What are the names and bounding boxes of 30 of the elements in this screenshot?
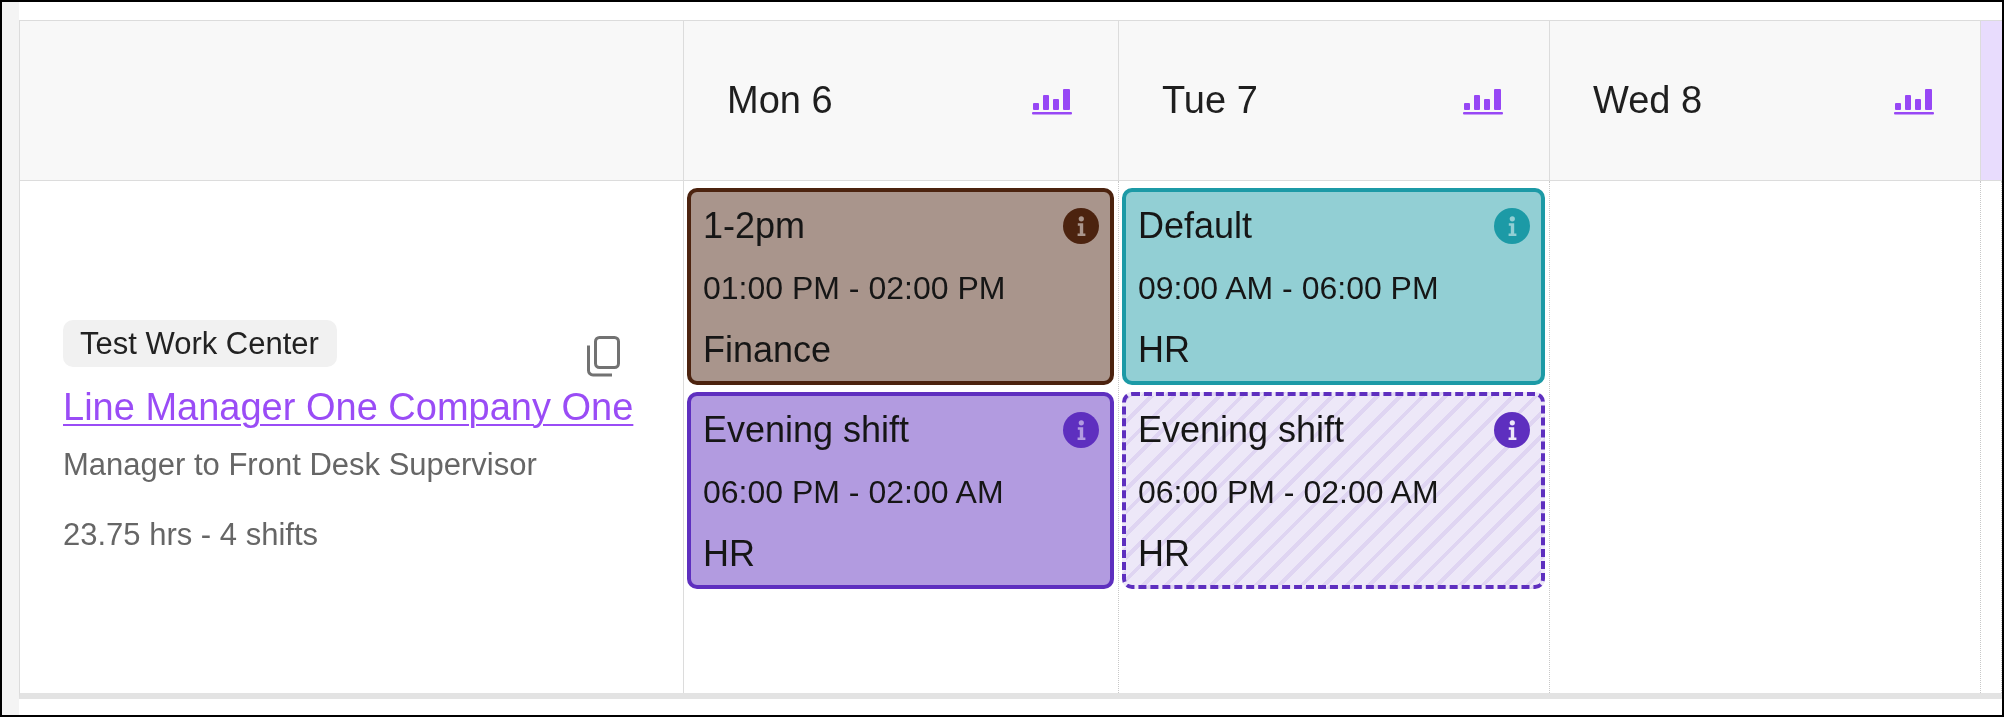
shift-title: Evening shift (1138, 408, 1345, 452)
shift-department: Finance (703, 328, 832, 372)
shift-title: Default (1138, 204, 1253, 248)
info-icon[interactable] (1063, 208, 1099, 244)
info-icon[interactable] (1494, 412, 1530, 448)
shift-time: 01:00 PM - 02:00 PM (703, 269, 1006, 308)
shift-card[interactable]: Evening shift 06:00 PM - 02:00 AM HR (687, 392, 1114, 589)
day-label: Wed 8 (1593, 79, 1703, 122)
bar-chart-icon[interactable] (1463, 86, 1503, 115)
shift-title: 1-2pm (703, 204, 806, 248)
work-center-tag: Test Work Center (63, 319, 337, 367)
bar-chart-icon[interactable] (1032, 86, 1072, 115)
info-icon[interactable] (1063, 412, 1099, 448)
shift-time: 06:00 PM - 02:00 AM (1138, 473, 1439, 512)
shift-summary: 23.75 hrs - 4 shifts (63, 515, 318, 554)
shift-department: HR (703, 532, 755, 576)
shift-department: HR (1138, 328, 1190, 372)
day-label: Mon 6 (727, 79, 833, 122)
position-text: Manager to Front Desk Supervisor (63, 445, 537, 484)
shift-time: 06:00 PM - 02:00 AM (703, 473, 1004, 512)
shift-time: 09:00 AM - 06:00 PM (1138, 269, 1439, 308)
day-label: Tue 7 (1162, 79, 1258, 122)
copy-icon[interactable] (586, 335, 620, 377)
shift-card[interactable]: Default 09:00 AM - 06:00 PM HR (1122, 188, 1545, 385)
shift-card[interactable]: 1-2pm 01:00 PM - 02:00 PM Finance (687, 188, 1114, 385)
shift-title: Evening shift (703, 408, 910, 452)
shift-card[interactable]: Evening shift 06:00 PM - 02:00 AM HR (1122, 392, 1545, 589)
bar-chart-icon[interactable] (1894, 86, 1934, 115)
employee-link[interactable]: Line Manager One Company One (63, 383, 634, 430)
shift-department: HR (1138, 532, 1190, 576)
